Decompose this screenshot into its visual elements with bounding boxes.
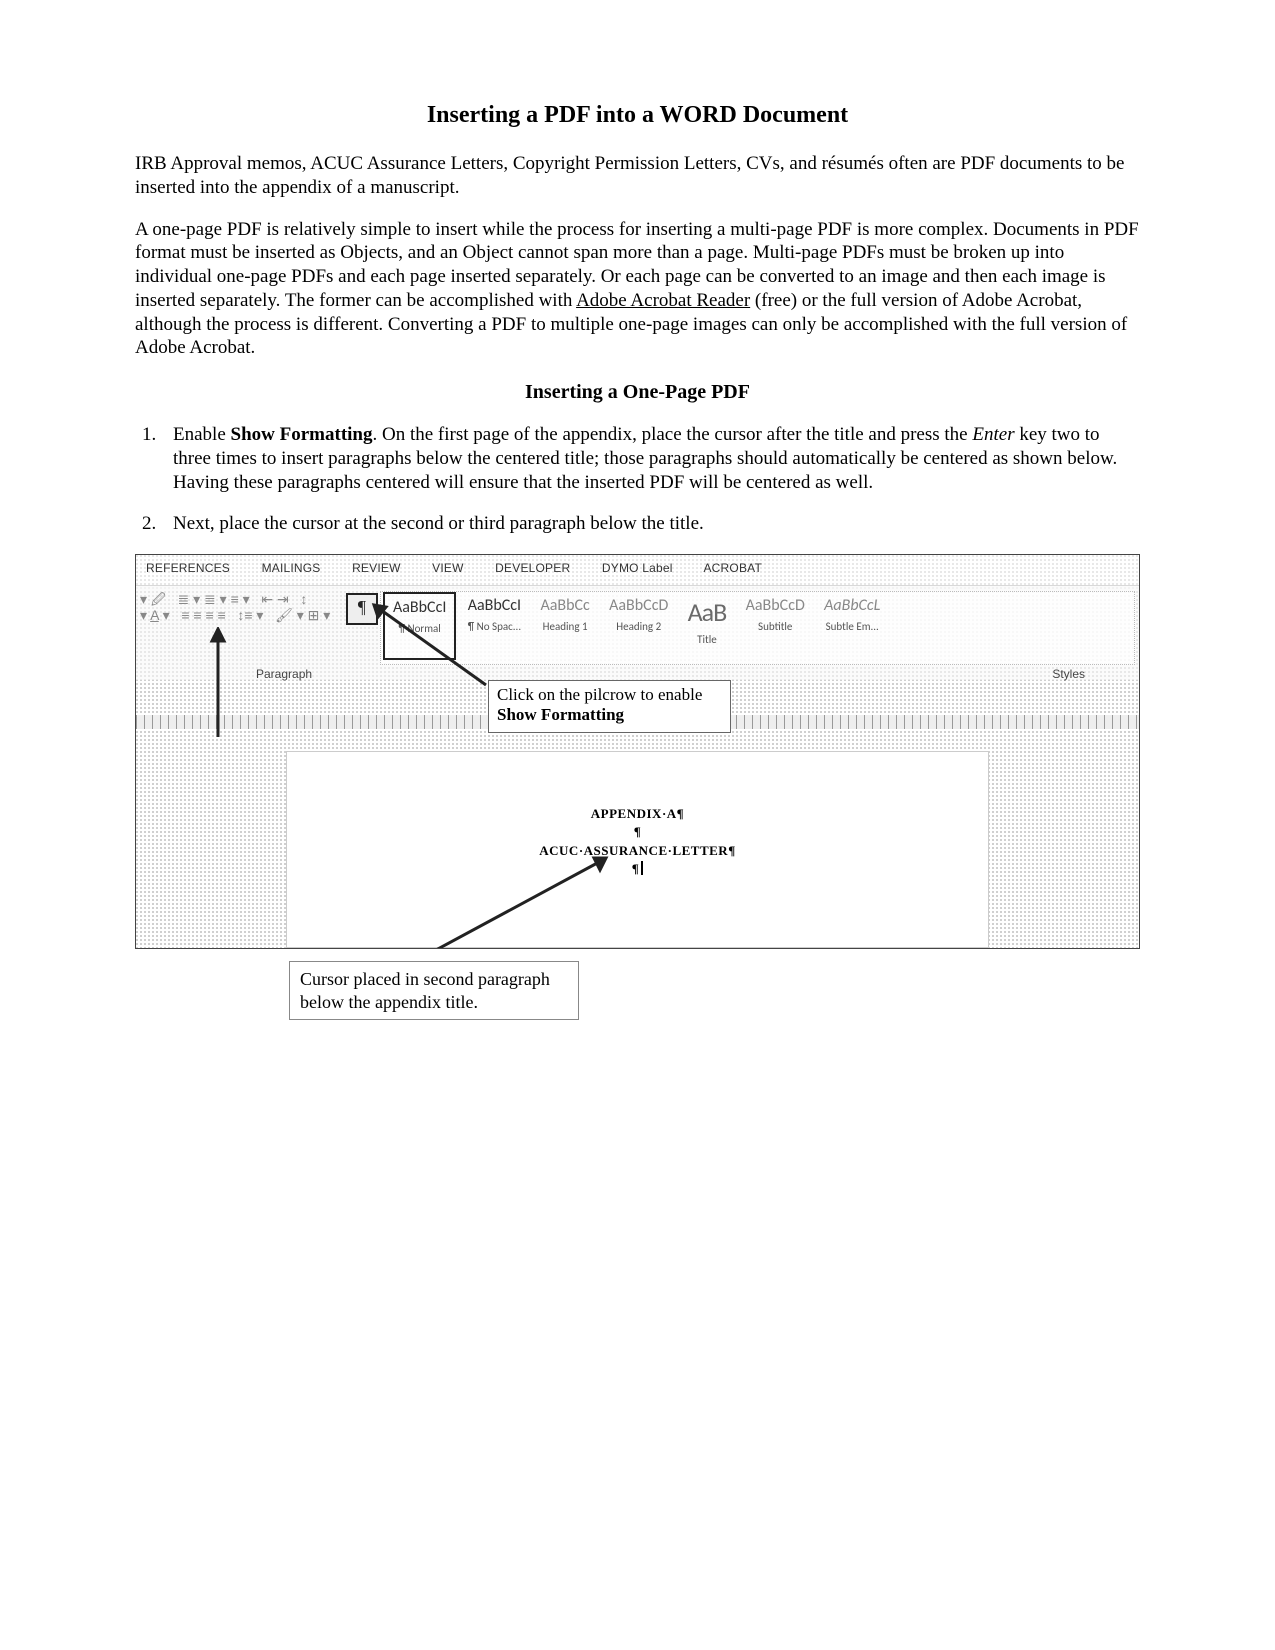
paragraph-group-icons: ▾ 🖉 ≣ ▾ ≣ ▾ ≡ ▾ ⇤ ⇥ ↕ ▾ A ▾ ≡ ≡ ≡ ≡ ↕≡ ▾… xyxy=(140,591,340,661)
doc-line-pilcrow-2: ¶ xyxy=(287,861,988,877)
arrow-to-cursor xyxy=(426,855,626,949)
style-subtitle[interactable]: AaBbCcD Subtitle xyxy=(738,592,813,656)
styles-group-label: Styles xyxy=(1052,667,1085,682)
doc-line-acuc: ACUC·ASSURANCE·LETTER¶ xyxy=(287,843,988,859)
subheading: Inserting a One-Page PDF xyxy=(135,380,1140,405)
tab-dymo[interactable]: DYMO Label xyxy=(602,561,673,575)
style-title[interactable]: AaB Title xyxy=(680,592,735,656)
adobe-reader-link: Adobe Acrobat Reader xyxy=(576,290,750,311)
style-heading-1[interactable]: AaBbCc Heading 1 xyxy=(532,592,597,656)
word-document-page: APPENDIX·A¶ ¶ ACUC·ASSURANCE·LETTER¶ ¶ xyxy=(286,751,989,948)
arrow-vertical-paragraph xyxy=(208,627,228,737)
tab-developer[interactable]: DEVELOPER xyxy=(495,561,570,575)
step-1: Enable Show Formatting. On the first pag… xyxy=(161,423,1140,494)
intro-paragraph-1: IRB Approval memos, ACUC Assurance Lette… xyxy=(135,152,1140,200)
callout-cursor-position: Cursor placed in second paragraph below … xyxy=(289,961,579,1020)
word-screenshot: REFERENCES MAILINGS REVIEW VIEW DEVELOPE… xyxy=(135,554,1140,949)
doc-line-pilcrow-1: ¶ xyxy=(287,824,988,840)
arrow-to-pilcrow xyxy=(356,595,506,695)
style-subtle-emphasis[interactable]: AaBbCcL Subtle Em... xyxy=(816,592,888,656)
tab-acrobat[interactable]: ACROBAT xyxy=(703,561,762,575)
paragraph-group-label: Paragraph xyxy=(256,667,312,682)
tab-mailings[interactable]: MAILINGS xyxy=(262,561,321,575)
style-heading-2[interactable]: AaBbCcD Heading 2 xyxy=(601,592,676,656)
tab-view[interactable]: VIEW xyxy=(432,561,463,575)
tab-review[interactable]: REVIEW xyxy=(352,561,401,575)
page-title: Inserting a PDF into a WORD Document xyxy=(135,100,1140,130)
callout-pilcrow: Click on the pilcrow to enable Show Form… xyxy=(488,680,731,733)
intro-paragraph-2: A one-page PDF is relatively simple to i… xyxy=(135,218,1140,361)
ribbon: ▾ 🖉 ≣ ▾ ≣ ▾ ≡ ▾ ⇤ ⇥ ↕ ▾ A ▾ ≡ ≡ ≡ ≡ ↕≡ ▾… xyxy=(136,585,1139,680)
text-cursor xyxy=(641,861,643,875)
tab-references[interactable]: REFERENCES xyxy=(146,561,230,575)
step-2: Next, place the cursor at the second or … xyxy=(161,512,1140,536)
doc-line-appendix: APPENDIX·A¶ xyxy=(287,806,988,822)
